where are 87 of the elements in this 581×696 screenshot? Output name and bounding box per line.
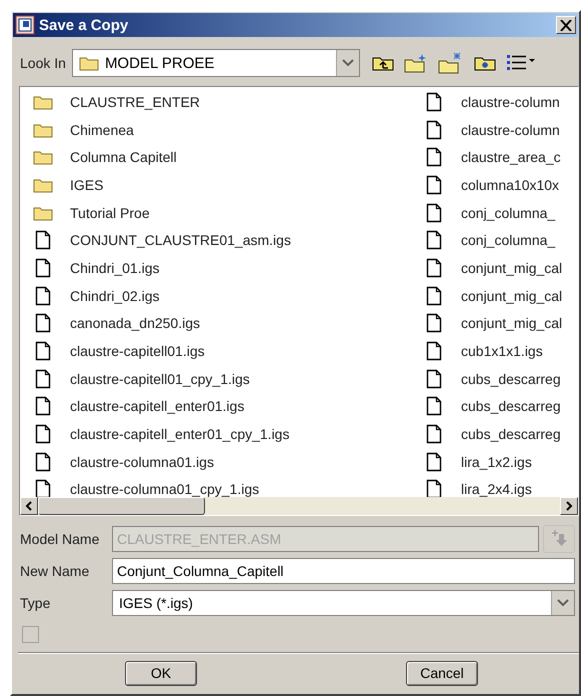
file-name[interactable]: columna10x10x [461,176,560,193]
scroll-right-button[interactable] [560,497,578,515]
file-name[interactable]: claustre-columna01_cpy_1.igs [70,481,260,497]
file-icon [426,313,442,334]
file-icon [426,92,442,112]
file-name[interactable]: Chindri_01.igs [70,260,160,276]
ok-button[interactable]: OK [125,660,197,686]
folder-icon [33,204,53,221]
file-icon [426,368,442,389]
new-name-label: New Name [20,563,90,579]
file-icon [35,396,51,416]
look-in-value: MODEL PROEE [104,54,214,72]
arrow-down-icon [549,530,569,548]
window-icon [15,15,35,35]
file-icon [35,230,51,250]
file-icon [426,396,442,416]
star-folder-icon[interactable] [474,55,496,71]
folder-up-icon[interactable] [372,55,394,71]
file-icon [426,424,442,444]
file-name[interactable]: lira_2x4.igs [461,481,532,497]
file-name[interactable]: conjunt_mig_cal [461,288,562,304]
file-icon [426,341,442,362]
look-in-label: Look In [20,55,66,71]
list-view-icon[interactable] [506,54,536,72]
file-name[interactable]: lira_1x2.igs [461,454,532,470]
folder-icon [33,94,53,110]
file-name[interactable]: claustre-capitell01_cpy_1.igs [70,370,250,387]
file-name[interactable]: claustre_area_c [461,149,561,166]
file-icon [35,452,51,472]
type-dropdown[interactable]: IGES (*.igs) [112,590,575,616]
file-name[interactable]: claustre-capitell_enter01.igs [70,398,244,414]
file-name[interactable]: Tutorial Proe [70,204,150,221]
file-name[interactable]: claustre-capitell01.igs [70,343,205,360]
file-name[interactable]: conjunt_mig_cal [461,315,562,332]
file-icon [426,479,442,497]
new-name-field[interactable]: Conjunt_Columna_Capitell [112,558,575,584]
file-icon [35,286,51,306]
close-icon [560,20,572,30]
file-icon [426,147,442,168]
folder-icon [33,176,53,193]
file-name[interactable]: cubs_descarreg [461,426,561,442]
file-icon [426,120,442,140]
folder-icon [33,149,53,166]
file-name[interactable]: claustre-capitell_enter01_cpy_1.igs [70,426,290,442]
file-name[interactable]: cubs_descarreg [461,398,561,414]
file-name[interactable]: cubs_descarreg [461,370,561,387]
file-icon [426,258,442,278]
chevron-down-icon [557,599,569,607]
file-name[interactable]: claustre-column [461,94,560,110]
new-folder-icon[interactable] [404,53,428,73]
look-in-dropdown[interactable]: MODEL PROEE [72,49,360,77]
file-name[interactable]: Columna Capitell [70,149,177,166]
file-name[interactable]: claustre-columna01.igs [70,454,214,470]
file-name[interactable]: cub1x1x1.igs [461,343,543,360]
file-name[interactable]: CLAUSTRE_ENTER [70,94,200,110]
model-name-label: Model Name [20,531,100,547]
close-button[interactable] [556,16,576,34]
file-name[interactable]: IGES [70,176,104,193]
file-icon [426,202,442,223]
file-name[interactable]: claustre-column [461,122,560,138]
chevron-down-icon [342,59,354,67]
file-icon [426,174,442,195]
file-icon [426,286,442,306]
file-name[interactable]: conj_columna_ [461,204,556,221]
file-name[interactable]: conjunt_mig_cal [461,260,562,276]
file-name[interactable]: CONJUNT_CLAUSTRE01_asm.igs [70,232,291,248]
folder-icon [33,122,53,138]
file-icon [35,341,51,362]
file-icon [426,452,442,472]
file-name[interactable]: Chimenea [70,122,134,138]
file-name[interactable]: Chindri_02.igs [70,288,160,304]
scroll-left-button[interactable] [20,497,38,515]
type-label: Type [20,595,52,611]
chevron-right-icon [565,501,573,511]
file-icon [426,230,442,250]
file-icon [35,258,51,278]
file-name[interactable]: canonada_dn250.igs [70,315,200,332]
file-icon [35,479,51,497]
cancel-button[interactable]: Cancel [406,660,478,686]
chevron-left-icon [25,501,33,511]
file-name[interactable]: conj_columna_ [461,232,556,248]
file-icon [35,424,51,444]
file-icon [35,368,51,389]
scrollbar-thumb[interactable] [38,497,205,515]
file-icon [35,313,51,334]
folder-icon [78,55,99,71]
window-title: Save a Copy [39,16,130,34]
